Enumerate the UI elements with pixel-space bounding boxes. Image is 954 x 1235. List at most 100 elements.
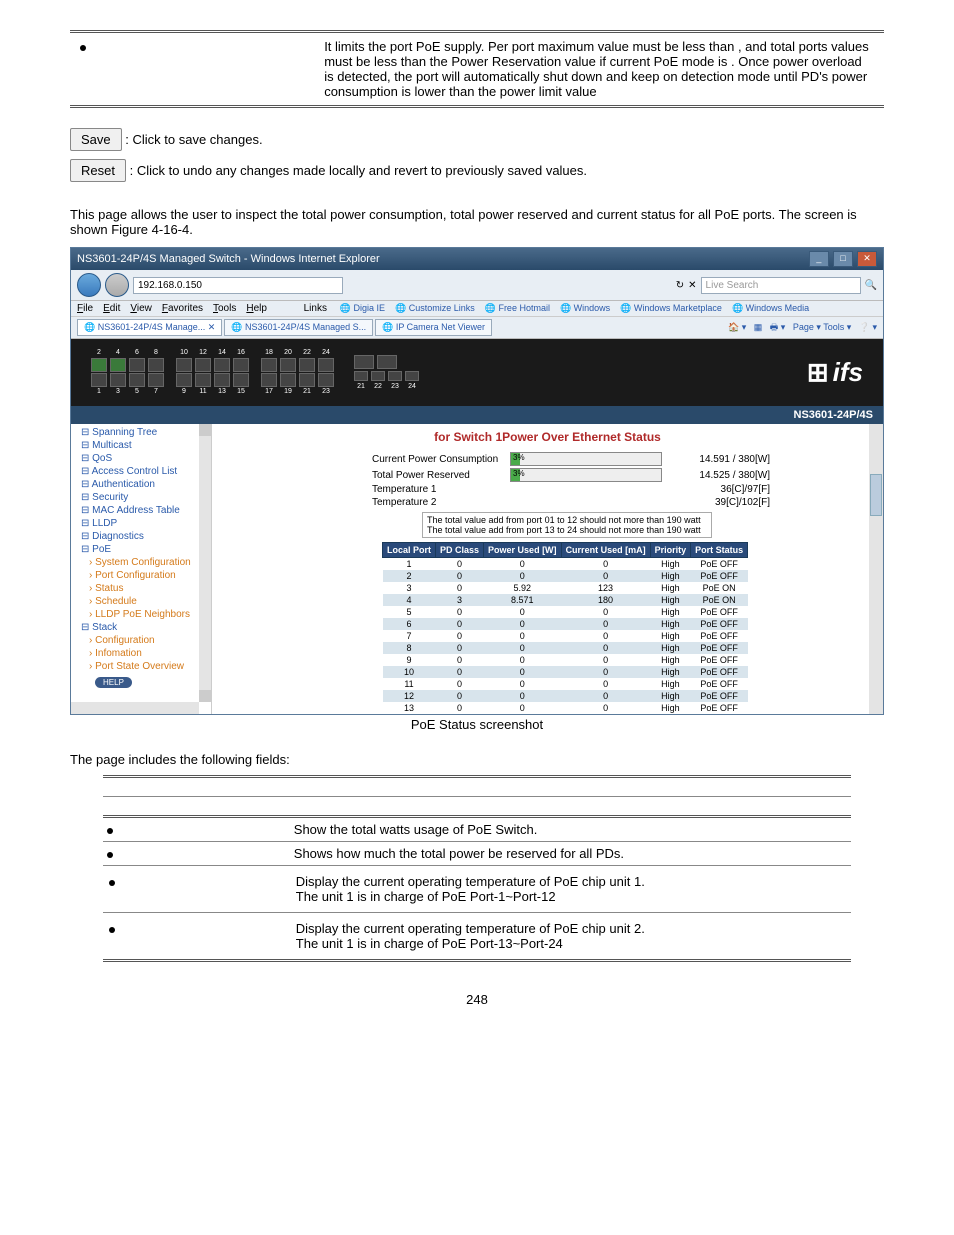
port-icon[interactable] bbox=[176, 358, 192, 372]
page-tools[interactable]: 🏠 ▾ ▦ 🖶 ▾ Page ▾ Tools ▾ ❔ ▾ bbox=[728, 320, 877, 336]
minimize-icon[interactable]: _ bbox=[809, 251, 829, 267]
port-icon[interactable] bbox=[110, 373, 126, 387]
feed-icon[interactable]: ▦ bbox=[754, 322, 763, 332]
table-cell: 0 bbox=[436, 642, 484, 654]
port-icon[interactable] bbox=[318, 358, 334, 372]
sidebar-item[interactable]: › LLDP PoE Neighbors bbox=[75, 608, 207, 621]
table-row: 8000HighPoE OFF bbox=[383, 642, 748, 654]
sfp-port-icon[interactable] bbox=[354, 371, 368, 381]
print-icon[interactable]: 🖶 bbox=[770, 322, 779, 332]
port-icon[interactable] bbox=[280, 373, 296, 387]
search-input[interactable]: Live Search bbox=[701, 277, 861, 294]
sidebar-item[interactable]: › Configuration bbox=[75, 634, 207, 647]
save-button[interactable]: Save bbox=[70, 128, 122, 151]
port-icon[interactable] bbox=[195, 358, 211, 372]
menu-help[interactable]: Help bbox=[246, 303, 267, 314]
sfp-port-icon[interactable] bbox=[371, 371, 385, 381]
sidebar-item[interactable]: ⊟ QoS bbox=[75, 452, 207, 465]
port-icon[interactable] bbox=[110, 358, 126, 372]
port-icon[interactable] bbox=[214, 358, 230, 372]
sfp-port-icon[interactable] bbox=[377, 355, 397, 369]
sidebar-item[interactable]: ⊟ Access Control List bbox=[75, 465, 207, 478]
sidebar-item[interactable]: › Infomation bbox=[75, 647, 207, 660]
port-icon[interactable] bbox=[129, 373, 145, 387]
note-1: The total value add from port 01 to 12 s… bbox=[427, 515, 707, 525]
port-pair: 8 7 bbox=[148, 349, 164, 396]
reset-button[interactable]: Reset bbox=[70, 159, 126, 182]
table-cell: High bbox=[650, 702, 691, 714]
port-icon[interactable] bbox=[91, 358, 107, 372]
sidebar-item[interactable]: › Port State Overview bbox=[75, 660, 207, 673]
browser-tab[interactable]: 🌐 NS3601-24P/4S Managed S... bbox=[224, 319, 373, 336]
sfp-port-icon[interactable] bbox=[354, 355, 374, 369]
stat-label: Total Power Reserved bbox=[372, 470, 502, 481]
sidebar-hscroll[interactable] bbox=[71, 702, 199, 714]
port-icon[interactable] bbox=[214, 373, 230, 387]
sidebar-item[interactable]: ⊟ PoE bbox=[75, 543, 207, 556]
menu-edit[interactable]: Edit bbox=[103, 303, 120, 314]
menu-tools[interactable]: Tools bbox=[213, 303, 236, 314]
sidebar-item[interactable]: › Schedule bbox=[75, 595, 207, 608]
sidebar-item[interactable]: › Status bbox=[75, 582, 207, 595]
port-icon[interactable] bbox=[176, 373, 192, 387]
url-input[interactable]: 192.168.0.150 bbox=[133, 277, 343, 294]
main-vscroll[interactable] bbox=[869, 424, 883, 714]
port-icon[interactable] bbox=[318, 373, 334, 387]
sidebar-item[interactable]: › System Configuration bbox=[75, 556, 207, 569]
port-icon[interactable] bbox=[261, 373, 277, 387]
close-icon[interactable]: ✕ bbox=[857, 251, 877, 267]
refresh-icon[interactable]: ↻ bbox=[676, 280, 684, 291]
sidebar-item[interactable]: ⊟ Security bbox=[75, 491, 207, 504]
sidebar-vscroll[interactable] bbox=[199, 424, 211, 702]
sidebar-item[interactable]: › Port Configuration bbox=[75, 569, 207, 582]
port-icon[interactable] bbox=[91, 373, 107, 387]
sidebar-item[interactable]: ⊟ Multicast bbox=[75, 439, 207, 452]
help-button[interactable]: HELP bbox=[95, 677, 132, 688]
maximize-icon[interactable]: □ bbox=[833, 251, 853, 267]
port-icon[interactable] bbox=[280, 358, 296, 372]
menu-view[interactable]: View bbox=[130, 303, 152, 314]
search-icon[interactable]: 🔍 bbox=[865, 280, 877, 291]
link-item[interactable]: 🌐 Windows bbox=[560, 303, 610, 313]
port-icon[interactable] bbox=[233, 358, 249, 372]
port-icon[interactable] bbox=[261, 358, 277, 372]
sidebar-item[interactable]: ⊟ MAC Address Table bbox=[75, 504, 207, 517]
port-pair: 12 11 bbox=[195, 349, 211, 396]
browser-tab[interactable]: 🌐 NS3601-24P/4S Manage... ✕ bbox=[77, 319, 222, 336]
sidebar-item[interactable]: ⊟ Diagnostics bbox=[75, 530, 207, 543]
sfp-port-icon[interactable] bbox=[405, 371, 419, 381]
sidebar-item[interactable]: ⊟ Authentication bbox=[75, 478, 207, 491]
sidebar-item[interactable]: ⊟ Spanning Tree bbox=[75, 426, 207, 439]
home-icon[interactable]: 🏠 bbox=[728, 322, 739, 332]
table-cell: 5 bbox=[383, 606, 436, 618]
table-cell: High bbox=[650, 594, 691, 606]
table-cell: 0 bbox=[484, 702, 562, 714]
browser-tab[interactable]: 🌐 IP Camera Net Viewer bbox=[375, 319, 492, 336]
menu-favorites[interactable]: Favorites bbox=[162, 303, 203, 314]
link-item[interactable]: 🌐 Windows Marketplace bbox=[620, 303, 722, 313]
link-item[interactable]: 🌐 Digia IE bbox=[340, 303, 385, 313]
link-item[interactable]: 🌐 Customize Links bbox=[395, 303, 475, 313]
sidebar-item[interactable]: ⊟ LLDP bbox=[75, 517, 207, 530]
port-icon[interactable] bbox=[148, 358, 164, 372]
port-icon[interactable] bbox=[299, 358, 315, 372]
link-item[interactable]: 🌐 Windows Media bbox=[732, 303, 809, 313]
port-icon[interactable] bbox=[233, 373, 249, 387]
stop-icon[interactable]: ✕ bbox=[688, 280, 696, 291]
port-icon[interactable] bbox=[299, 373, 315, 387]
table-cell: 0 bbox=[436, 666, 484, 678]
port-icon[interactable] bbox=[148, 373, 164, 387]
help-icon[interactable]: ❔ bbox=[859, 322, 870, 332]
table-cell: 0 bbox=[484, 642, 562, 654]
sfp-port-icon[interactable] bbox=[388, 371, 402, 381]
link-item[interactable]: 🌐 Free Hotmail bbox=[485, 303, 550, 313]
menu-file[interactable]: File bbox=[77, 303, 93, 314]
table-cell: 0 bbox=[484, 606, 562, 618]
stat-label: Temperature 2 bbox=[372, 497, 502, 508]
table-cell: 0 bbox=[436, 558, 484, 571]
back-icon[interactable] bbox=[77, 273, 101, 297]
port-icon[interactable] bbox=[129, 358, 145, 372]
sidebar-item[interactable]: ⊟ Stack bbox=[75, 621, 207, 634]
forward-icon[interactable] bbox=[105, 273, 129, 297]
port-icon[interactable] bbox=[195, 373, 211, 387]
